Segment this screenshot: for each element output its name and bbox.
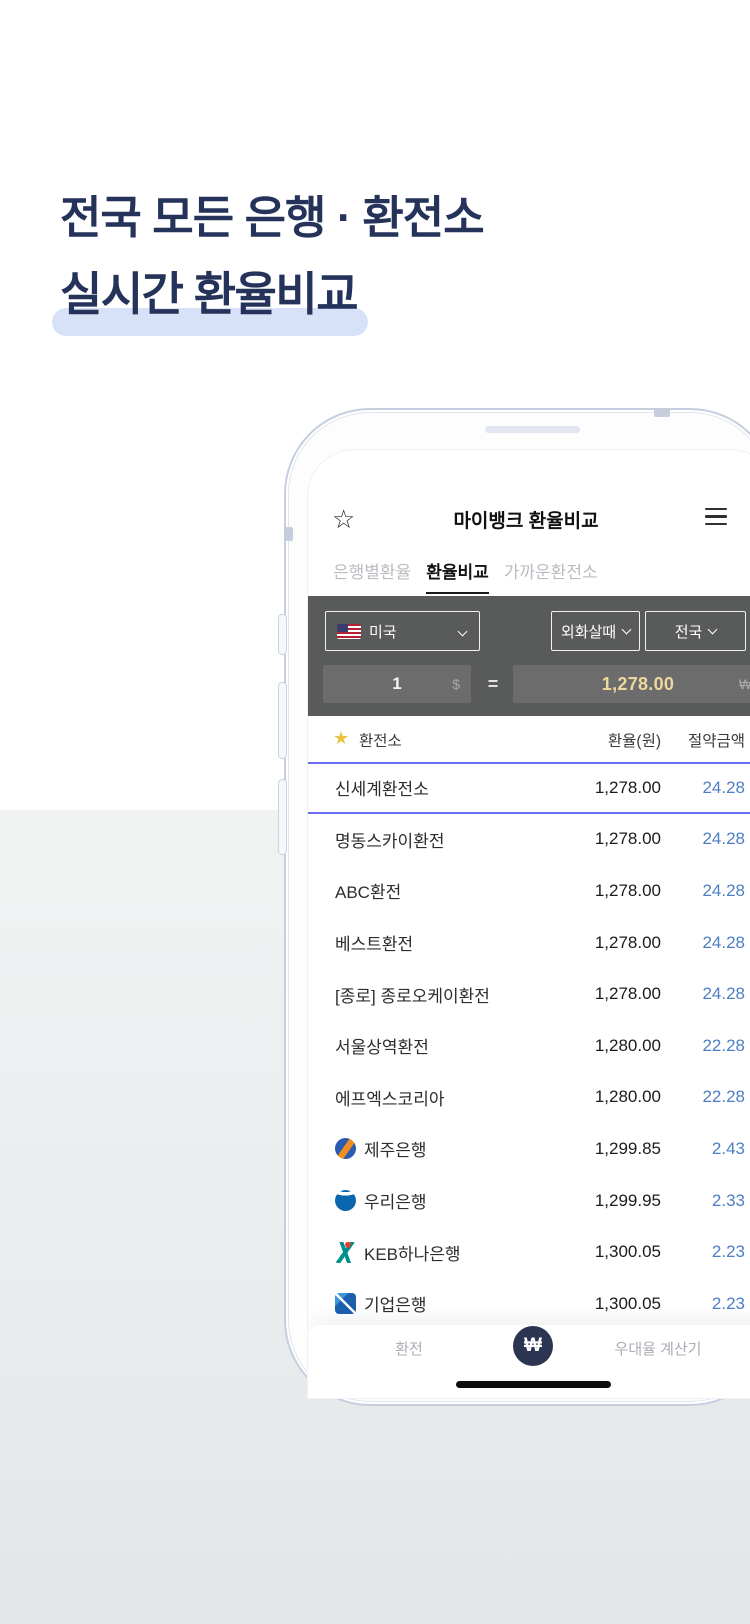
bank-logo-icon [335,1293,356,1314]
phone-antenna-band-left [284,527,293,541]
exchange-rate-value: 1,280.00 [511,1072,661,1124]
filter-panel: 미국 외화살때 전국 1 $ = 1,278.00 [308,596,750,716]
table-header: ★ 환전소 환율(원) 절약금액 [308,716,750,762]
favorite-star-icon[interactable]: ☆ [332,506,355,532]
nav-item-rate-calculator[interactable]: 우대율 계산기 [598,1338,718,1359]
saving-amount-value: 24.28 [665,968,745,1020]
table-row[interactable]: 신세계환전소 1,278.00 24.28 [308,762,750,814]
bottom-nav: 환전 ₩ 우대율 계산기 [308,1325,750,1399]
phone-speaker [485,426,580,433]
dollar-symbol: $ [452,676,460,692]
us-flag-icon [337,624,361,639]
table-row[interactable]: 에프엑스코리아 1,280.00 22.28 [308,1072,750,1124]
chevron-down-icon [708,624,718,634]
won-symbol: ₩ [739,676,750,692]
amount-value: 1 [323,665,471,703]
column-saving: 절약금액 [665,729,745,751]
saving-amount-value: 2.33 [665,1175,745,1227]
exchange-name: 베스트환전 [335,917,413,969]
hero-section: 전국 모든 은행 · 환전소 실시간 환율비교 [60,190,484,324]
exchange-rate-value: 1,300.05 [511,1226,661,1278]
app-header: ☆ 마이뱅크 환율비교 [308,450,750,550]
hamburger-menu-icon[interactable] [705,508,727,526]
bank-logo-icon [335,1190,356,1211]
phone-antenna-band-top [654,408,670,417]
table-row[interactable]: [종로] 종로오케이환전 1,278.00 24.28 [308,968,750,1020]
exchange-name: 신세계환전소 [335,764,429,812]
saving-amount-value: 22.28 [665,1072,745,1124]
tab-rate-comparison[interactable]: 환율비교 [426,558,489,594]
exchange-rate-value: 1,299.95 [511,1175,661,1227]
exchange-rate-value: 1,299.85 [511,1123,661,1175]
equals-sign: = [485,665,501,703]
bank-logo-icon [335,1138,356,1159]
table-row[interactable]: 서울상역환전 1,280.00 22.28 [308,1020,750,1072]
country-dropdown[interactable]: 미국 [325,611,480,651]
saving-amount-value: 2.23 [665,1278,745,1330]
saving-amount-value: 24.28 [665,764,745,812]
exchange-name: 제주은행 [335,1123,427,1175]
table-row[interactable]: 베스트환전 1,278.00 24.28 [308,917,750,969]
exchange-table: 신세계환전소 1,278.00 24.28 명동스카이환전 1,278.00 2… [308,762,750,1330]
exchange-name: 명동스카이환전 [335,814,444,866]
won-currency-icon[interactable]: ₩ [513,1326,553,1366]
column-name: 환전소 [359,729,402,751]
exchange-rate-value: 1,278.00 [511,814,661,866]
saving-amount-value: 2.43 [665,1123,745,1175]
amount-input[interactable]: 1 $ [323,665,471,703]
exchange-rate-value: 1,300.05 [511,1278,661,1330]
exchange-rate-value: 1,278.00 [511,865,661,917]
exchange-name: [종로] 종로오케이환전 [335,968,490,1020]
chevron-down-icon [458,627,468,637]
trade-type-value: 외화살때 [561,621,616,642]
exchange-name: 에프엑스코리아 [335,1072,444,1124]
saving-amount-value: 2.23 [665,1226,745,1278]
landing-page: 전국 모든 은행 · 환전소 실시간 환율비교 ☆ 마이뱅크 환율비교 은행별환… [0,0,750,1624]
phone-side-button-2 [278,682,287,759]
exchange-rate-value: 1,278.00 [511,968,661,1020]
exchange-rate-value: 1,278.00 [511,917,661,969]
rate-output: 1,278.00 ₩ [513,665,750,703]
hero-title-line2: 실시간 환율비교 [60,268,357,320]
gold-star-icon[interactable]: ★ [333,729,349,747]
table-row[interactable]: 명동스카이환전 1,278.00 24.28 [308,814,750,866]
saving-amount-value: 22.28 [665,1020,745,1072]
rate-value: 1,278.00 [513,665,750,703]
saving-amount-value: 24.28 [665,865,745,917]
tab-nearby-exchange[interactable]: 가까운환전소 [504,558,598,594]
exchange-rate-value: 1,280.00 [511,1020,661,1072]
exchange-name: 서울상역환전 [335,1020,429,1072]
column-rate: 환율(원) [511,729,661,751]
nav-item-exchange[interactable]: 환전 [379,1338,439,1359]
hero-title-line2-wrap: 실시간 환율비교 [60,268,440,324]
chevron-down-icon [622,624,632,634]
phone-side-button-1 [278,614,287,655]
home-indicator-bar[interactable] [456,1381,611,1388]
hero-title-line1: 전국 모든 은행 · 환전소 [60,190,484,246]
tab-bar: 은행별환율 환율비교 가까운환전소 [333,558,598,594]
trade-type-dropdown[interactable]: 외화살때 [551,611,640,651]
table-row[interactable]: 기업은행 1,300.05 2.23 [308,1278,750,1330]
table-row[interactable]: 우리은행 1,299.95 2.33 [308,1175,750,1227]
region-dropdown[interactable]: 전국 [645,611,746,651]
country-dropdown-value: 미국 [369,621,397,642]
bank-logo-icon [335,1242,356,1263]
tab-bank-rates[interactable]: 은행별환율 [333,558,411,594]
table-row[interactable]: 제주은행 1,299.85 2.43 [308,1123,750,1175]
phone-side-button-3 [278,779,287,855]
saving-amount-value: 24.28 [665,814,745,866]
app-title: 마이뱅크 환율비교 [453,506,598,533]
phone-mockup: ☆ 마이뱅크 환율비교 은행별환율 환율비교 가까운환전소 미국 외화살때 [284,408,750,1406]
saving-amount-value: 24.28 [665,917,745,969]
exchange-name: 우리은행 [335,1175,427,1227]
table-row[interactable]: ABC환전 1,278.00 24.28 [308,865,750,917]
app-screen: ☆ 마이뱅크 환율비교 은행별환율 환율비교 가까운환전소 미국 외화살때 [307,449,750,1399]
region-value: 전국 [675,621,703,642]
exchange-rate-value: 1,278.00 [511,764,661,812]
table-row[interactable]: KEB하나은행 1,300.05 2.23 [308,1226,750,1278]
exchange-name: ABC환전 [335,865,401,917]
exchange-name: KEB하나은행 [335,1226,461,1278]
exchange-name: 기업은행 [335,1278,427,1330]
